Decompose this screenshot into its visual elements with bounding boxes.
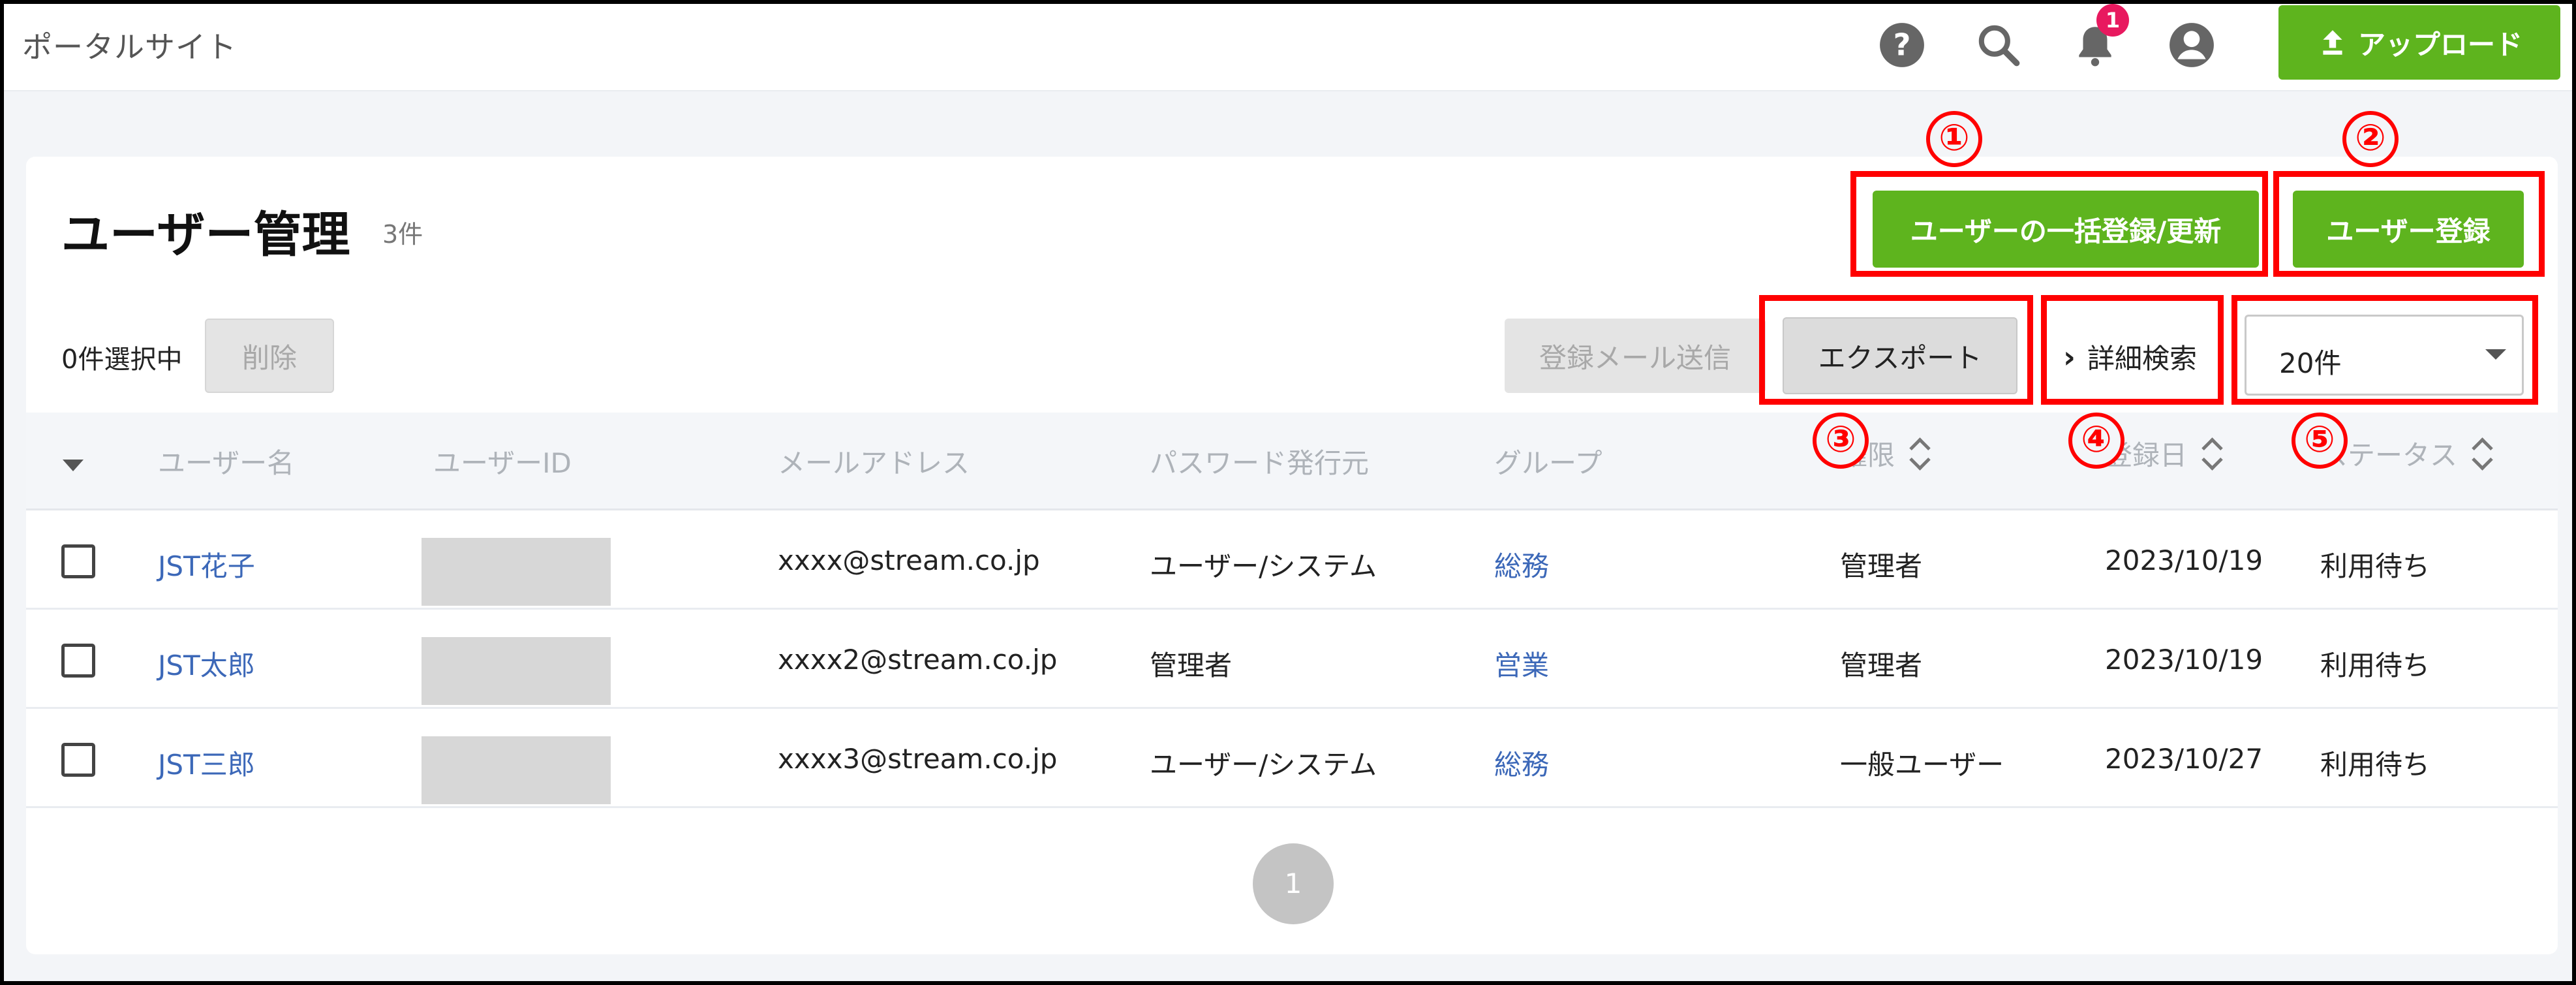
upload-button[interactable]: アップロード bbox=[2278, 5, 2560, 80]
notification-badge: 1 bbox=[2096, 4, 2129, 37]
page-title: ユーザー管理 bbox=[61, 207, 350, 263]
annotation-number-3: ③ bbox=[1813, 413, 1869, 469]
annotation-number-4: ④ bbox=[2068, 413, 2124, 469]
account-icon[interactable] bbox=[2168, 21, 2216, 69]
site-brand[interactable]: ポータルサイト bbox=[22, 23, 237, 67]
status-cell: 利用待ち bbox=[2320, 749, 2430, 781]
column-header-username: ユーザー名 bbox=[158, 447, 295, 479]
svg-text:?: ? bbox=[1894, 27, 1911, 62]
username-link[interactable]: JST三郎 bbox=[158, 743, 255, 783]
table-row[interactable]: JST三郎 xxxx3@stream.co.jp ユーザー/システム 総務 一般… bbox=[26, 710, 2558, 808]
send-registration-mail-button[interactable]: 登録メール送信 bbox=[1505, 319, 1766, 393]
role-cell: 一般ユーザー bbox=[1840, 749, 2004, 781]
annotation-box-2 bbox=[2273, 171, 2545, 277]
search-icon[interactable] bbox=[1974, 21, 2023, 69]
column-header-password-issuer: パスワード発行元 bbox=[1150, 447, 1370, 479]
email-cell: xxxx2@stream.co.jp bbox=[778, 644, 1058, 676]
status-cell: 利用待ち bbox=[2320, 550, 2430, 582]
email-cell: xxxx3@stream.co.jp bbox=[778, 743, 1058, 775]
annotation-box-3 bbox=[1759, 295, 2033, 405]
group-link[interactable]: 総務 bbox=[1494, 544, 1549, 584]
sort-icon bbox=[1910, 434, 1930, 473]
status-cell: 利用待ち bbox=[2320, 649, 2430, 681]
username-link[interactable]: JST太郎 bbox=[158, 644, 255, 683]
role-cell: 管理者 bbox=[1840, 649, 1923, 681]
date-cell: 2023/10/19 bbox=[2105, 644, 2263, 676]
row-checkbox[interactable] bbox=[61, 743, 95, 777]
email-cell: xxxx@stream.co.jp bbox=[778, 544, 1040, 576]
row-checkbox[interactable] bbox=[61, 544, 95, 578]
select-all-dropdown-icon[interactable] bbox=[63, 460, 84, 471]
group-link[interactable]: 営業 bbox=[1494, 644, 1549, 683]
column-header-email: メールアドレス bbox=[778, 447, 970, 479]
annotation-number-5: ⑤ bbox=[2292, 413, 2348, 469]
top-navigation-bar: ポータルサイト ? 1 アップロード bbox=[4, 4, 2572, 91]
password-issuer-cell: ユーザー/システム bbox=[1150, 749, 1377, 781]
date-cell: 2023/10/27 bbox=[2105, 743, 2263, 775]
annotation-number-2: ② bbox=[2342, 111, 2399, 167]
redacted-user-id bbox=[422, 736, 611, 804]
upload-icon bbox=[2323, 30, 2342, 55]
annotation-box-5 bbox=[2231, 295, 2538, 405]
delete-button[interactable]: 削除 bbox=[205, 319, 334, 393]
user-count: 3件 bbox=[382, 220, 423, 249]
column-header-group: グループ bbox=[1494, 447, 1602, 479]
redacted-user-id bbox=[422, 538, 611, 606]
sort-icon bbox=[2203, 434, 2222, 473]
redacted-user-id bbox=[422, 637, 611, 705]
group-link[interactable]: 総務 bbox=[1494, 743, 1549, 783]
row-checkbox[interactable] bbox=[61, 644, 95, 678]
upload-button-label: アップロード bbox=[2357, 28, 2522, 61]
selected-count: 0件選択中 bbox=[61, 345, 183, 375]
pagination-page-1[interactable]: 1 bbox=[1253, 843, 1334, 924]
date-cell: 2023/10/19 bbox=[2105, 544, 2263, 576]
column-header-userid: ユーザーID bbox=[433, 447, 572, 479]
password-issuer-cell: 管理者 bbox=[1150, 649, 1233, 681]
annotation-number-1: ① bbox=[1926, 111, 1982, 167]
sort-icon bbox=[2473, 434, 2492, 473]
password-issuer-cell: ユーザー/システム bbox=[1150, 550, 1377, 582]
table-row[interactable]: JST花子 xxxx@stream.co.jp ユーザー/システム 総務 管理者… bbox=[26, 512, 2558, 610]
annotation-box-1 bbox=[1850, 171, 2268, 277]
table-row[interactable]: JST太郎 xxxx2@stream.co.jp 管理者 営業 管理者 2023… bbox=[26, 611, 2558, 709]
role-cell: 管理者 bbox=[1840, 550, 1923, 582]
help-icon[interactable]: ? bbox=[1878, 21, 1926, 69]
annotation-box-4 bbox=[2041, 295, 2224, 405]
username-link[interactable]: JST花子 bbox=[158, 544, 255, 584]
